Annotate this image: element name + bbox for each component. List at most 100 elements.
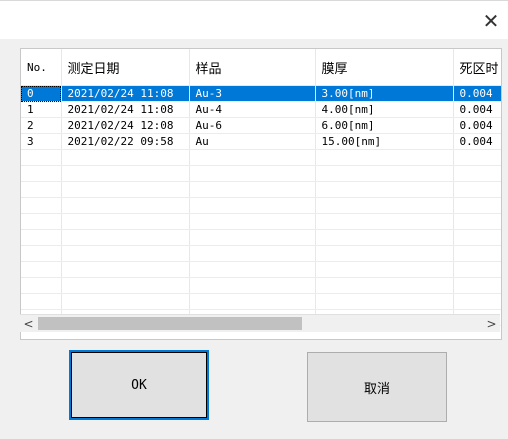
table-cell: 3.00[nm] [315,85,454,102]
table-cell [453,245,501,262]
table-row[interactable] [21,245,501,262]
table-cell [453,229,501,246]
table-cell: Au-3 [189,85,316,102]
table-cell [61,149,190,166]
table-cell: Au [189,133,316,150]
table-cell [315,197,454,214]
table-cell [315,165,454,182]
table-cell: 2021/02/22 09:58 [61,133,190,150]
table-cell [61,277,190,294]
measurement-list[interactable]: No. 测定日期 样品 膜厚 死区时 0 2021/02/24 11:08 Au-3… [20,48,502,340]
scroll-left-icon[interactable]: < [20,315,37,332]
table-cell: 6.00[nm] [315,117,454,134]
table-cell: 0.004 [453,117,501,134]
table-cell [315,149,454,166]
table-cell [189,165,316,182]
table-row[interactable] [21,293,501,310]
table-cell [315,229,454,246]
table-cell: 2 [21,117,62,134]
table-cell [189,293,316,310]
table-cell [21,229,62,246]
column-header-deadtime[interactable]: 死区时 [453,49,501,86]
table-row[interactable]: 3 2021/02/22 09:58 Au 15.00[nm] 0.004 [21,133,501,150]
table-cell [453,261,501,278]
table-cell [61,245,190,262]
table-cell [189,213,316,230]
table-cell [453,213,501,230]
table-cell [453,165,501,182]
table-cell [61,213,190,230]
ok-button[interactable]: OK [69,350,209,420]
table-cell [189,181,316,198]
table-cell [61,229,190,246]
table-cell [21,213,62,230]
table-cell: 4.00[nm] [315,101,454,118]
table-cell [61,197,190,214]
table-cell: 1 [21,101,62,118]
column-header-thickness[interactable]: 膜厚 [315,49,454,86]
table-cell [21,149,62,166]
table-cell [315,261,454,278]
table-cell [61,181,190,198]
table-cell: 0.004 [453,133,501,150]
table-cell: 2021/02/24 11:08 [61,101,190,118]
table-cell [189,277,316,294]
table-cell [61,261,190,278]
table-cell [453,293,501,310]
table-row[interactable]: 0 2021/02/24 11:08 Au-3 3.00[nm] 0.004 [21,85,501,102]
table-cell [189,261,316,278]
measurement-table: No. 测定日期 样品 膜厚 死区时 0 2021/02/24 11:08 Au-3… [21,49,501,326]
table-row[interactable] [21,165,501,182]
table-row[interactable]: 1 2021/02/24 11:08 Au-4 4.00[nm] 0.004 [21,101,501,118]
table-cell [315,293,454,310]
table-cell: Au-6 [189,117,316,134]
table-cell: Au-4 [189,101,316,118]
column-header-sample[interactable]: 样品 [189,49,316,86]
table-cell [453,181,501,198]
table-cell [189,197,316,214]
table-cell [189,229,316,246]
table-cell [21,165,62,182]
table-row[interactable] [21,149,501,166]
horizontal-scrollbar[interactable]: < > [20,314,500,332]
table-cell: 0.004 [453,85,501,102]
column-header-no[interactable]: No. [21,49,62,86]
table-cell: 2021/02/24 11:08 [61,85,190,102]
table-row[interactable] [21,277,501,294]
table-cell [453,277,501,294]
table-cell [315,277,454,294]
table-cell [315,213,454,230]
table-row[interactable] [21,261,501,278]
table-cell [21,197,62,214]
table-cell [21,293,62,310]
column-header-date[interactable]: 测定日期 [61,49,190,86]
table-cell: 15.00[nm] [315,133,454,150]
close-icon[interactable]: ✕ [474,6,508,36]
table-cell [61,293,190,310]
table-cell: 3 [21,133,62,150]
table-cell [21,261,62,278]
table-cell: 0 [21,85,62,102]
table-cell [315,181,454,198]
table-cell [315,245,454,262]
table-cell [21,245,62,262]
title-bar: ✕ [0,0,508,39]
scrollbar-thumb[interactable] [38,317,302,330]
table-row[interactable] [21,181,501,198]
table-cell [189,245,316,262]
table-cell: 2021/02/24 12:08 [61,117,190,134]
table-cell [21,181,62,198]
table-row[interactable] [21,229,501,246]
table-cell [21,277,62,294]
table-cell [189,149,316,166]
table-cell [453,197,501,214]
table-cell: 0.004 [453,101,501,118]
cancel-button[interactable]: 取消 [307,352,447,422]
table-cell [61,165,190,182]
table-row[interactable] [21,213,501,230]
table-cell [453,149,501,166]
scroll-right-icon[interactable]: > [483,315,500,332]
table-row[interactable] [21,197,501,214]
table-header-row: No. 测定日期 样品 膜厚 死区时 [21,49,501,86]
table-row[interactable]: 2 2021/02/24 12:08 Au-6 6.00[nm] 0.004 [21,117,501,134]
